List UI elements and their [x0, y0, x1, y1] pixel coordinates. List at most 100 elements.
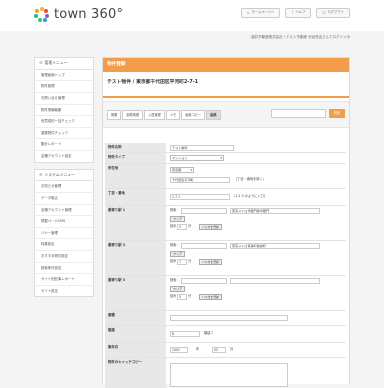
- type-label: 物件タイプ: [105, 153, 166, 163]
- tab-tenants[interactable]: 入居管理: [144, 110, 165, 120]
- list-icon: ☰: [39, 60, 43, 65]
- row-built: 築年月 2002 年 05 月: [105, 343, 346, 358]
- chome-note: (1-2-3 のように入力): [234, 194, 266, 198]
- station3-walk-label: 徒歩: [170, 294, 177, 298]
- row-station-3: 最寄り駅 3 検索： クリア 徒歩 0 分 バス分を登録: [105, 276, 346, 311]
- prefecture-select[interactable]: 東京都 ▾: [170, 167, 194, 173]
- tab-image-copy[interactable]: 画像コピー: [181, 110, 206, 120]
- system-menu-title-text: システムメニュー: [44, 171, 75, 177]
- admin-menu-title: ☰ 管理メニュー: [35, 58, 93, 70]
- station2-walk-input[interactable]: 7: [177, 259, 187, 265]
- chome-input[interactable]: 2-7-1: [170, 194, 230, 200]
- title-divider: [103, 96, 349, 98]
- row-type: 物件タイプ マンション ▾: [105, 153, 346, 164]
- station1-walk-unit: 分: [188, 224, 192, 228]
- sidebar-item-search-condition[interactable]: 検索条件設定: [35, 263, 93, 275]
- type-select[interactable]: マンション ▾: [170, 155, 224, 161]
- row-name: 物件名称 テスト物件: [105, 143, 346, 153]
- sidebar-item-banner[interactable]: バナー管理: [35, 228, 93, 240]
- sidebar-item-recommend[interactable]: おすすめ物件設定: [35, 251, 93, 263]
- station2-bus-button[interactable]: バス分を登録: [199, 259, 222, 265]
- station2-search-input[interactable]: [181, 243, 227, 249]
- prefecture-value: 東京都: [172, 168, 182, 172]
- help-link[interactable]: ? ヘルプ: [285, 8, 312, 18]
- sidebar-item-site-settings[interactable]: サイト設定: [35, 286, 93, 297]
- tab-edit[interactable]: 編集: [206, 110, 221, 120]
- home-link[interactable]: ⌂ ホームページへ: [240, 8, 281, 18]
- sidebar-item-bulk-check[interactable]: 売買成約一括チェック: [35, 116, 93, 128]
- floors-unit: 階建て: [204, 331, 214, 335]
- admin-menu: ☰ 管理メニュー 管理画面トップ 物件管理 お問い合せ管理 物件情報編集 売買成…: [34, 57, 94, 163]
- built-year-input[interactable]: 2002: [170, 347, 188, 353]
- station1-bus-button[interactable]: バス分を登録: [199, 224, 222, 230]
- station1-walk-label: 徒歩: [170, 224, 177, 228]
- station2-input[interactable]: 東京メトロ有楽町線麹町: [230, 243, 320, 249]
- sidebar-item-report[interactable]: 集計レポート: [35, 139, 93, 151]
- station2-walk-unit: 分: [188, 259, 192, 263]
- station3-label: 最寄り駅 3: [105, 276, 166, 310]
- station2-clear-button[interactable]: クリア: [170, 251, 186, 257]
- system-menu-title: ⚙ システムメニュー: [35, 169, 93, 182]
- address-input[interactable]: 千代田区平河町: [170, 177, 230, 183]
- station3-bus-button[interactable]: バス分を登録: [199, 294, 222, 300]
- logo-text: town 360°: [54, 7, 124, 22]
- sidebar-item-important-check[interactable]: 重要物件チェック: [35, 128, 93, 140]
- search-input[interactable]: [271, 109, 326, 118]
- record-title: テスト物件 / 東京都千代田区平河町2-7-1: [107, 80, 199, 85]
- name-label: 物件名称: [105, 143, 166, 152]
- search-button[interactable]: 検索: [329, 109, 345, 118]
- logout-link[interactable]: ⏻ ログアウト: [316, 8, 350, 18]
- sidebar-item-article-report[interactable]: サイト別記事レポート: [35, 274, 93, 286]
- station3-input[interactable]: [230, 278, 320, 284]
- sidebar-item-feature[interactable]: 特集設定: [35, 239, 93, 251]
- sidebar-item-store-account[interactable]: 店舗アカウント設定: [35, 151, 93, 162]
- station2-label: 最寄り駅 2: [105, 241, 166, 275]
- station2-walk-label: 徒歩: [170, 259, 177, 263]
- row-station-2: 最寄り駅 2 検索： 東京メトロ有楽町線麹町 クリア 徒歩 7 分 バス分を登録: [105, 241, 346, 276]
- station1-walk-input[interactable]: 5: [177, 224, 187, 230]
- station1-clear-button[interactable]: クリア: [170, 216, 186, 222]
- sidebar-item-import[interactable]: データ取込: [35, 193, 93, 205]
- tab-memo[interactable]: メモ: [165, 110, 181, 120]
- logout-link-label: ログアウト: [327, 10, 344, 15]
- type-select-value: マンション: [172, 156, 188, 160]
- area-input[interactable]: [170, 315, 288, 321]
- tab-rooms[interactable]: 部屋管理: [122, 110, 144, 120]
- station3-walk-input[interactable]: 0: [177, 294, 187, 300]
- row-area: 面積: [105, 311, 346, 326]
- station3-clear-button[interactable]: クリア: [170, 286, 186, 292]
- sidebar-item-inquiries[interactable]: お問い合せ管理: [35, 93, 93, 105]
- station3-walk-unit: 分: [188, 294, 192, 298]
- station3-search-label: 検索：: [170, 278, 180, 282]
- sidebar-item-cms[interactable]: 掲載ページCMS: [35, 216, 93, 228]
- tab-overview[interactable]: 概要: [107, 110, 122, 120]
- built-year-unit: 年: [196, 347, 200, 351]
- built-label: 築年月: [105, 343, 166, 357]
- sidebar-item-property[interactable]: 物件管理: [35, 81, 93, 93]
- catch-textarea[interactable]: [170, 363, 288, 387]
- sidebar-item-admin-top[interactable]: 管理画面トップ: [35, 70, 93, 82]
- sidebar-item-account-manage[interactable]: 店舗アカウント管理: [35, 205, 93, 217]
- gear-icon: ⚙: [39, 171, 43, 177]
- chome-label: 丁目・番地: [105, 189, 166, 205]
- help-link-label: ヘルプ: [295, 10, 306, 15]
- station2-search-label: 検索：: [170, 243, 180, 247]
- chevron-down-icon: ▾: [220, 156, 222, 160]
- logo[interactable]: town 360°: [34, 7, 123, 23]
- system-menu: ⚙ システムメニュー お知らせ管理 データ取込 店舗アカウント管理 掲載ページC…: [34, 168, 94, 298]
- built-month-input[interactable]: 05: [212, 347, 226, 353]
- station1-label: 最寄り駅 1: [105, 206, 166, 240]
- station1-search-input[interactable]: [181, 208, 227, 214]
- logout-icon: ⏻: [322, 9, 326, 15]
- station3-search-input[interactable]: [181, 278, 227, 284]
- help-icon: ?: [291, 9, 294, 15]
- main-panel: 物件登録 テスト物件 / 東京都千代田区平河町2-7-1 概要 部屋管理 入居管…: [102, 57, 350, 388]
- name-input[interactable]: テスト物件: [170, 144, 234, 151]
- station1-input[interactable]: 東京メトロ半蔵門線半蔵門: [230, 208, 320, 214]
- login-info: 酒井不動産株式会社 / テスト不動産 渋谷売出さんでログイン中: [251, 35, 350, 39]
- sidebar-item-news[interactable]: お知らせ管理: [35, 181, 93, 193]
- sidebar-item-property-edit[interactable]: 物件情報編集: [35, 105, 93, 117]
- row-floors: 階建 8 階建て: [105, 326, 346, 343]
- floors-input[interactable]: 8: [170, 331, 200, 337]
- built-month-unit: 月: [230, 347, 234, 351]
